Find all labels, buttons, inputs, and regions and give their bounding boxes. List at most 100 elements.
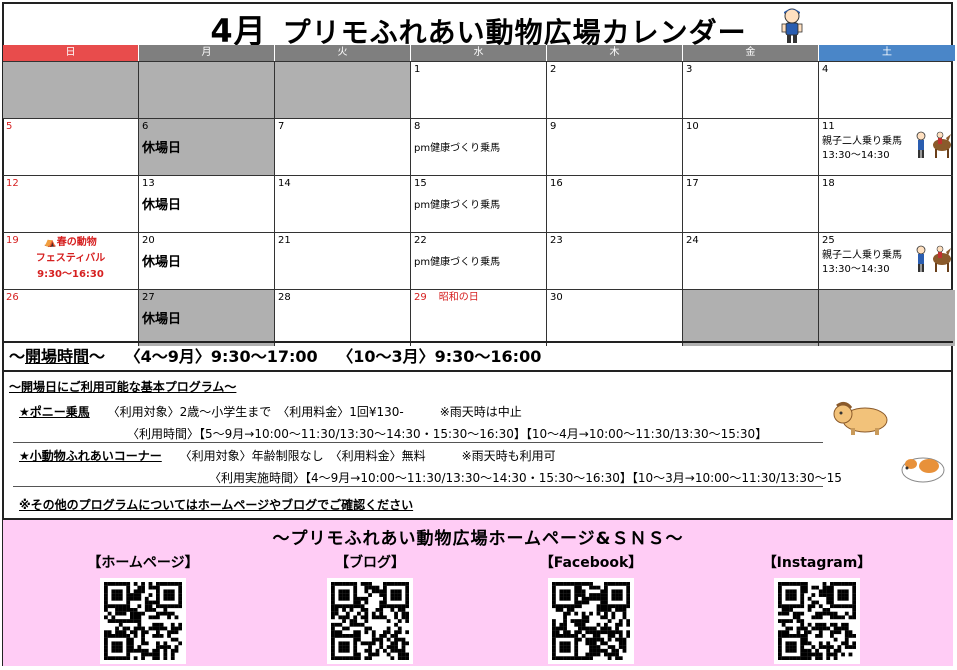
calendar-day-cell xyxy=(683,290,819,346)
calendar-week-row: 12 13 休場日 14 15 pm健康づくり乗馬 16 17 18 xyxy=(3,175,953,232)
day-number-row: 29 昭和の日 xyxy=(414,292,543,304)
programs-note: ※その他のプログラムについてはホームページやブログでご確認ください xyxy=(19,498,414,512)
sns-section: ～プリモふれあい動物広場ホームページ&ＳＮＳ～ 【ホームページ】 【ブログ】 【Fa… xyxy=(3,518,953,666)
weekday-header: 日 xyxy=(3,45,139,61)
day-number: 14 xyxy=(278,178,291,189)
calendar-week-row: 26 27 休場日 28 29 昭和の日 30 xyxy=(3,289,955,346)
weekday-header: 土 xyxy=(819,45,955,61)
calendar-day-cell: 10 xyxy=(683,119,819,175)
event-label: pm健康づくり乗馬 xyxy=(414,200,501,211)
weekday-header: 火 xyxy=(275,45,411,61)
weekday-header: 木 xyxy=(547,45,683,61)
weekday-header: 水 xyxy=(411,45,547,61)
calendar-day-cell: 11 親子二人乗り乗馬 13:30～14:30 xyxy=(819,119,955,175)
event-label: pm健康づくり乗馬 xyxy=(414,143,501,154)
day-number: 26 xyxy=(6,292,19,303)
small-animals-name: ★小動物ふれあいコーナー xyxy=(19,449,162,463)
sns-link-block: 【Instagram】 xyxy=(737,552,897,664)
calendar-day-cell: 26 xyxy=(3,290,139,346)
calendar-day-cell: 24 xyxy=(683,233,819,289)
calendar-day-cell: 18 xyxy=(819,176,955,232)
calendar-day-cell: 30 xyxy=(547,290,683,346)
calendar-day-cell: 5 xyxy=(3,119,139,175)
holiday-name: 昭和の日 xyxy=(438,292,479,303)
event-label: pm健康づくり乗馬 xyxy=(414,257,501,268)
weekday-header: 金 xyxy=(683,45,819,61)
day-number: 29 xyxy=(414,292,427,303)
calendar-day-cell: 29 昭和の日 xyxy=(411,290,547,346)
day-number: 20 xyxy=(142,235,155,246)
horse-riding-icon xyxy=(914,129,952,159)
qr-code-icon[interactable] xyxy=(774,578,860,664)
calendar-day-cell xyxy=(139,62,275,118)
day-number: 4 xyxy=(822,64,829,75)
calendar-day-cell: 13 休場日 xyxy=(139,176,275,232)
calendar-day-cell xyxy=(3,62,139,118)
calendar-day-cell: 9 xyxy=(547,119,683,175)
pony-icon xyxy=(833,401,888,435)
sns-label: 【ホームページ】 xyxy=(87,555,199,571)
calendar-day-cell: 2 xyxy=(547,62,683,118)
calendar-day-cell: 3 xyxy=(683,62,819,118)
day-number: 27 xyxy=(142,292,155,303)
calendar-day-cell: 19 ⛺春の動物 フェスティバル 9:30～16:30 xyxy=(3,233,139,289)
calendar-day-cell: 14 xyxy=(275,176,411,232)
day-number: 7 xyxy=(278,121,285,132)
small-animals-line-2: 〈利用実施時間〉【4～9月→10:00～11:30/13:30～14:30・15… xyxy=(209,471,842,485)
qr-code-icon[interactable] xyxy=(327,578,413,664)
day-number: 16 xyxy=(550,178,563,189)
pony-line-1: 〈利用対象〉2歳～小学生まで 〈利用料金〉1回¥130- ※雨天時は中止 xyxy=(107,405,522,419)
sns-link-block: 【Facebook】 xyxy=(511,552,671,664)
festival-event: ⛺春の動物 フェスティバル 9:30～16:30 xyxy=(3,235,138,283)
qr-code-icon[interactable] xyxy=(100,578,186,664)
day-number: 22 xyxy=(414,235,427,246)
hours-prefix: ～ xyxy=(9,347,26,366)
divider xyxy=(13,486,823,487)
programs-section: ～開場日にご利用可能な基本プログラム～ ★ポニー乗馬 〈利用対象〉2歳～小学生ま… xyxy=(3,370,953,518)
calendar-day-cell xyxy=(819,290,955,346)
hours-winter: 〈10～3月〉9:30～16:00 xyxy=(337,347,542,366)
mascot-icon xyxy=(781,8,803,43)
day-number: 12 xyxy=(6,178,19,189)
day-number: 24 xyxy=(686,235,699,246)
closed-day-label: 休場日 xyxy=(142,198,182,213)
day-number: 28 xyxy=(278,292,291,303)
sns-link-block: 【ブログ】 xyxy=(290,552,450,664)
day-number: 17 xyxy=(686,178,699,189)
pony-name: ★ポニー乗馬 xyxy=(19,405,90,419)
calendar-week-row: 1 2 3 4 xyxy=(3,61,953,118)
calendar-day-cell: 8 pm健康づくり乗馬 xyxy=(411,119,547,175)
day-number: 10 xyxy=(686,121,699,132)
page-title: 4月 プリモふれあい動物広場カレンダー xyxy=(0,6,957,50)
day-number: 30 xyxy=(550,292,563,303)
calendar-day-cell: 27 休場日 xyxy=(139,290,275,346)
sns-label: 【ブログ】 xyxy=(335,555,405,571)
hamster-icon xyxy=(901,457,945,483)
calendar-day-cell: 4 xyxy=(819,62,955,118)
sns-label: 【Instagram】 xyxy=(762,555,872,571)
calendar: 日月火水木金土 1 2 3 4 5 6 休場日 7 8 pm健康づくり乗馬 9 10 11 親子二人乗り乗… xyxy=(3,45,955,346)
calendar-day-cell: 21 xyxy=(275,233,411,289)
day-number: 18 xyxy=(822,178,835,189)
day-number: 8 xyxy=(414,121,421,132)
festival-line: 9:30～16:30 xyxy=(37,269,104,280)
divider xyxy=(13,442,823,443)
calendar-day-cell: 17 xyxy=(683,176,819,232)
calendar-day-cell: 16 xyxy=(547,176,683,232)
calendar-day-cell: 22 pm健康づくり乗馬 xyxy=(411,233,547,289)
closed-day-label: 休場日 xyxy=(142,255,182,270)
pony-row-1: ★ポニー乗馬 〈利用対象〉2歳～小学生まで 〈利用料金〉1回¥130- ※雨天時… xyxy=(19,403,522,420)
calendar-day-cell xyxy=(275,62,411,118)
opening-hours: ～開場時間～ 〈4～9月〉9:30～17:00 〈10～3月〉9:30～16:0… xyxy=(3,341,953,369)
small-animals-row-1: ★小動物ふれあいコーナー 〈利用対象〉年齢制限なし 〈利用料金〉無料 ※雨天時も… xyxy=(19,447,556,464)
day-number: 13 xyxy=(142,178,155,189)
day-number: 3 xyxy=(686,64,693,75)
day-number: 23 xyxy=(550,235,563,246)
calendar-day-cell: 23 xyxy=(547,233,683,289)
day-number: 1 xyxy=(414,64,421,75)
day-number: 9 xyxy=(550,121,557,132)
pony-line-2: 〈利用時間〉【5～9月→10:00～11:30/13:30～14:30・15:3… xyxy=(127,427,768,441)
calendar-day-cell: 6 休場日 xyxy=(139,119,275,175)
qr-code-icon[interactable] xyxy=(548,578,634,664)
calendar-day-cell: 15 pm健康づくり乗馬 xyxy=(411,176,547,232)
